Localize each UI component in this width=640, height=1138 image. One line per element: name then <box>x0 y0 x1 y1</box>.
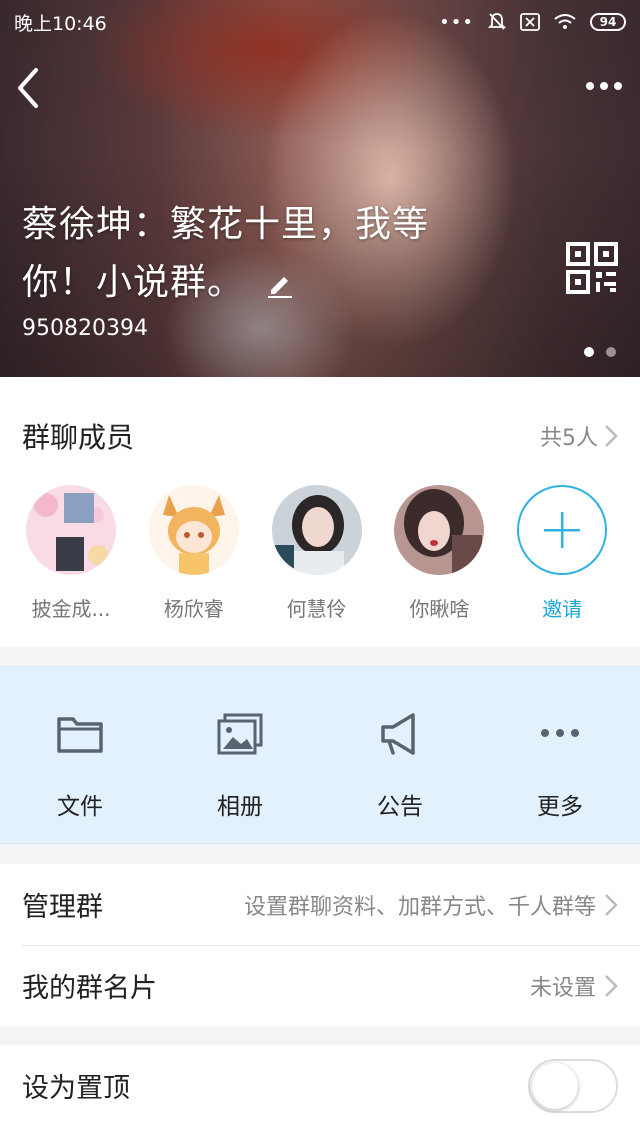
member-name: 披金成... <box>31 597 111 621</box>
action-label: 文件 <box>57 794 103 820</box>
members-count-text: 共5人 <box>540 426 598 451</box>
row-value: 设置群聊资料、加群方式、千人群等 <box>244 889 618 921</box>
toggle-knob <box>532 1062 578 1109</box>
mute-bell-icon <box>488 13 506 30</box>
pin-to-top-row: 设为置顶 <box>0 1045 640 1126</box>
group-name-line-2: 你！小说群。 <box>22 254 472 312</box>
members-title: 群聊成员 <box>22 421 135 454</box>
row-value-text: 设置群聊资料、加群方式、千人群等 <box>243 894 596 920</box>
qr-code-icon[interactable] <box>566 242 618 294</box>
status-time: 晚上10:46 <box>14 12 107 35</box>
group-members-section: 群聊成员 共5人 披金成... 杨欣睿 何慧伶 你瞅啥 邀请 <box>0 377 640 647</box>
action-label: 公告 <box>377 794 423 820</box>
member-avatars-row: 披金成... 杨欣睿 何慧伶 你瞅啥 邀请 <box>0 485 640 622</box>
wifi-icon <box>554 14 576 29</box>
album-icon <box>217 713 263 755</box>
more-dot <box>614 82 622 90</box>
invite-button[interactable] <box>517 485 608 575</box>
chevron-right-icon <box>605 425 618 447</box>
sim-off-icon <box>520 13 540 31</box>
more-options-button[interactable] <box>582 70 626 102</box>
member-avatar <box>26 485 116 575</box>
action-label: 更多 <box>537 794 583 820</box>
more-dot <box>586 82 594 90</box>
row-value-text: 未设置 <box>529 975 596 1001</box>
status-icons: ••• 94 <box>439 12 626 33</box>
more-horizontal-icon <box>541 729 579 737</box>
chevron-right-icon <box>605 974 618 997</box>
invite-label: 邀请 <box>542 597 583 621</box>
member-item[interactable]: 何慧伶 <box>271 485 395 622</box>
group-number: 950820394 <box>22 316 148 341</box>
status-bar: 晚上10:46 ••• 94 <box>0 0 640 44</box>
group-cover-photo[interactable]: 晚上10:46 ••• 94 蔡徐坤：繁花十里，我等 你！小说群。 950820… <box>0 0 640 377</box>
battery-icon: 94 <box>590 13 626 31</box>
member-name: 你瞅啥 <box>409 597 470 621</box>
pager-dot-active <box>584 347 594 357</box>
pager-dot <box>606 347 616 357</box>
action-more[interactable]: 更多 <box>480 667 640 843</box>
group-name: 蔡徐坤：繁花十里，我等 你！小说群。 <box>22 196 472 312</box>
group-name-line-1: 蔡徐坤：繁花十里，我等 <box>22 204 430 245</box>
signal-dots-icon: ••• <box>439 11 474 33</box>
pin-to-top-toggle[interactable] <box>528 1058 618 1113</box>
action-label: 相册 <box>217 794 263 820</box>
row-title: 管理群 <box>22 892 103 923</box>
chevron-right-icon <box>605 893 618 916</box>
member-avatar <box>148 485 239 575</box>
row-title: 我的群名片 <box>22 973 157 1004</box>
members-count[interactable]: 共5人 <box>540 420 618 452</box>
member-avatar <box>394 485 485 575</box>
member-item[interactable]: 你瞅啥 <box>394 485 517 622</box>
member-avatar <box>271 485 362 575</box>
row-title: 设为置顶 <box>22 1073 130 1104</box>
members-header[interactable]: 群聊成员 共5人 <box>0 377 640 495</box>
back-arrow-icon[interactable] <box>12 64 48 112</box>
plus-icon <box>544 512 581 548</box>
edit-pencil-icon[interactable] <box>266 270 294 298</box>
member-item[interactable]: 杨欣睿 <box>148 485 272 622</box>
folder-icon <box>57 717 103 753</box>
row-value: 未设置 <box>530 970 618 1002</box>
action-album[interactable]: 相册 <box>160 667 320 843</box>
my-group-card-row[interactable]: 我的群名片 未设置 <box>0 945 640 1026</box>
member-name: 何慧伶 <box>286 597 347 621</box>
manage-group-row[interactable]: 管理群 设置群聊资料、加群方式、千人群等 <box>0 864 640 945</box>
group-quick-actions: 文件 相册 公告 更多 <box>0 666 640 844</box>
invite-member[interactable]: 邀请 <box>517 485 640 622</box>
more-dot <box>600 82 608 90</box>
group-name-line-2-text: 你！小说群。 <box>22 262 245 303</box>
action-announcement[interactable]: 公告 <box>320 667 480 843</box>
group-settings-list: 管理群 设置群聊资料、加群方式、千人群等 我的群名片 未设置 <box>0 864 640 1026</box>
member-name: 杨欣睿 <box>163 597 224 621</box>
cover-pager <box>584 347 616 357</box>
action-files[interactable]: 文件 <box>0 667 160 843</box>
member-item[interactable]: 披金成... <box>26 485 149 622</box>
megaphone-icon <box>381 713 415 755</box>
pin-settings-list: 设为置顶 <box>0 1045 640 1138</box>
